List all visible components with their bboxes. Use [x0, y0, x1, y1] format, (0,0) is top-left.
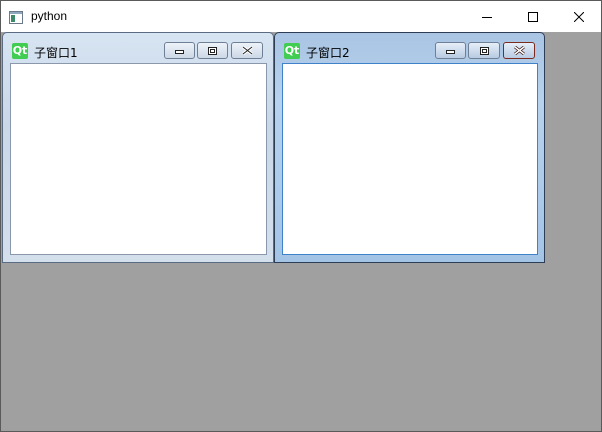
window-title: python [31, 9, 68, 23]
subwindow-restore-button[interactable] [197, 42, 228, 59]
window-app-icon [9, 9, 23, 24]
qt-logo-icon: Qt [284, 43, 300, 59]
subwindow-title: 子窗口1 [34, 46, 78, 60]
subwindow-minimize-button[interactable] [164, 42, 195, 59]
subwindow-minimize-button[interactable] [435, 42, 466, 59]
minimize-icon [446, 49, 455, 54]
subwindow-restore-button[interactable] [468, 42, 500, 59]
maximize-button[interactable] [510, 1, 556, 32]
restore-icon [479, 46, 489, 55]
subwindow-content[interactable] [282, 63, 538, 255]
subwindow-close-button[interactable] [503, 42, 535, 59]
subwindow-2[interactable]: Qt 子窗口2 [274, 32, 545, 263]
minimize-icon [175, 49, 184, 54]
subwindow-close-button[interactable] [231, 42, 263, 59]
minimize-button[interactable] [464, 1, 510, 32]
subwindow-title: 子窗口2 [306, 46, 350, 60]
qt-logo-icon: Qt [12, 43, 28, 59]
mdi-area[interactable]: Qt 子窗口1 Qt 子窗口2 [1, 32, 601, 431]
close-icon [513, 46, 525, 55]
minimize-icon [482, 16, 492, 18]
maximize-icon [528, 11, 538, 22]
close-icon [241, 46, 253, 55]
main-window: python Qt 子窗口1 Qt 子窗口2 [0, 0, 602, 432]
close-icon [574, 11, 584, 22]
restore-icon [208, 46, 217, 55]
close-button[interactable] [556, 1, 602, 32]
subwindow-content[interactable] [10, 63, 267, 255]
title-bar[interactable]: python [1, 1, 601, 32]
subwindow-1[interactable]: Qt 子窗口1 [2, 32, 274, 263]
